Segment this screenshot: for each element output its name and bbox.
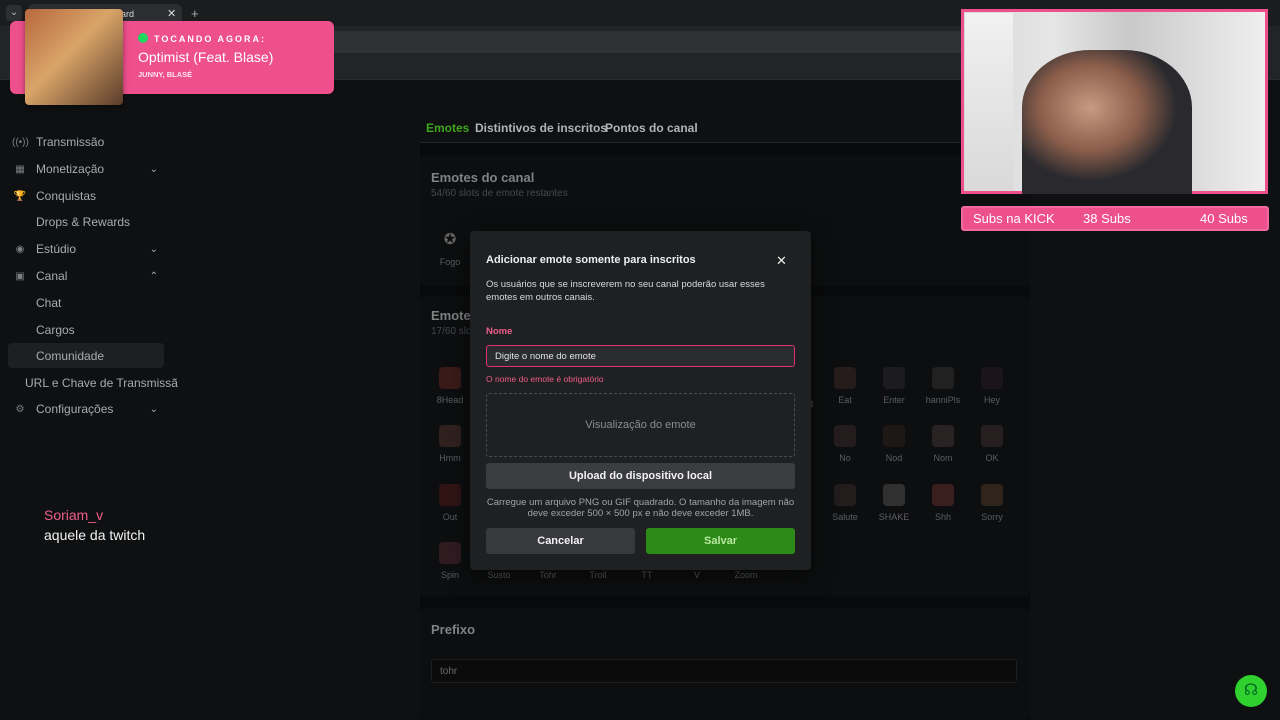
tab-distintivos[interactable]: Distintivos de inscritos — [475, 121, 607, 135]
sidebar-item-chat[interactable]: Chat — [36, 296, 61, 310]
sidebar-item-url-chave[interactable]: URL e Chave de Transmissã — [25, 376, 178, 390]
sidebar-item-transmissao[interactable]: ((•)) Transmissão — [12, 130, 164, 154]
spotify-icon — [138, 33, 148, 43]
streamer-tagline: aquele da twitch — [44, 527, 146, 543]
new-tab-icon[interactable]: + — [191, 6, 199, 21]
subs-goal-label: Subs na KICK — [973, 211, 1055, 226]
webcam-streamer — [1022, 50, 1192, 194]
emote-name-input[interactable] — [486, 345, 795, 367]
upload-help-text: Carregue um arquivo PNG ou GIF quadrado.… — [486, 497, 795, 519]
save-button[interactable]: Salvar — [646, 528, 795, 554]
chevron-down-icon: ⌄ — [149, 243, 158, 255]
song-artist: JUNNY, BLASÉ — [138, 70, 193, 79]
modal-title: Adicionar emote somente para inscritos — [486, 254, 696, 266]
channel-icon: ▣ — [15, 270, 25, 282]
upload-button[interactable]: Upload do dispositivo local — [486, 463, 795, 489]
webcam-shelf — [965, 13, 1013, 190]
modal-description: Os usuários que se inscreverem no seu ca… — [486, 279, 765, 303]
name-error-message: O nome do emote é obrigatório — [486, 374, 604, 384]
name-label: Nome — [486, 326, 513, 337]
sidebar-item-label: Monetização — [36, 162, 105, 176]
sidebar-item-configuracoes[interactable]: ⚙ Configurações ⌄ — [12, 397, 164, 421]
subs-goal: 40 Subs — [1200, 211, 1248, 226]
sidebar-item-label: Configurações — [36, 402, 114, 416]
sidebar-item-monetizacao[interactable]: ▦ Monetização ⌄ — [12, 157, 164, 181]
sidebar-item-label: Conquistas — [36, 189, 97, 203]
gear-icon: ⚙ — [15, 403, 25, 415]
money-icon: ▦ — [15, 163, 25, 175]
subs-current: 38 Subs — [1083, 211, 1131, 226]
sidebar-item-drops[interactable]: Drops & Rewards — [12, 210, 164, 234]
tab-emotes[interactable]: Emotes — [426, 121, 469, 135]
broadcast-icon: ((•)) — [12, 136, 29, 148]
sidebar-item-label: Estúdio — [36, 242, 77, 256]
trophy-icon: 🏆 — [13, 190, 27, 202]
sidebar-item-comunidade[interactable]: Comunidade — [36, 349, 104, 363]
sidebar-item-canal[interactable]: ▣ Canal ⌃ — [12, 264, 164, 288]
chevron-down-icon: ⌄ — [149, 403, 158, 415]
sidebar-item-estudio[interactable]: ◉ Estúdio ⌄ — [12, 237, 164, 261]
emote-preview-label: Visualização do emote — [585, 419, 696, 431]
support-chat-icon[interactable]: ☊ — [1235, 675, 1267, 707]
sidebar-item-conquistas[interactable]: 🏆 Conquistas — [12, 184, 164, 208]
song-title: Optimist (Feat. Blase) — [138, 49, 274, 65]
cancel-button[interactable]: Cancelar — [486, 528, 635, 554]
tab-menu-button[interactable]: ⌄ — [6, 5, 22, 21]
close-icon[interactable]: ✕ — [776, 253, 787, 269]
tab-close-icon[interactable]: ✕ — [167, 7, 176, 20]
album-art — [25, 9, 123, 105]
chevron-down-icon: ⌄ — [149, 163, 158, 175]
now-playing-label: TOCANDO AGORA: — [154, 34, 266, 44]
sidebar-item-label: Canal — [36, 269, 68, 283]
chevron-up-icon: ⌃ — [149, 270, 158, 282]
streamer-name: Soriam_v — [44, 507, 104, 523]
emote-preview-box: Visualização do emote — [486, 393, 795, 457]
sidebar-item-label: Drops & Rewards — [36, 215, 131, 229]
sidebar-item-label: Transmissão — [36, 135, 105, 149]
studio-icon: ◉ — [15, 243, 25, 255]
tab-pontos[interactable]: Pontos do canal — [605, 121, 698, 135]
sidebar-item-cargos[interactable]: Cargos — [36, 323, 75, 337]
